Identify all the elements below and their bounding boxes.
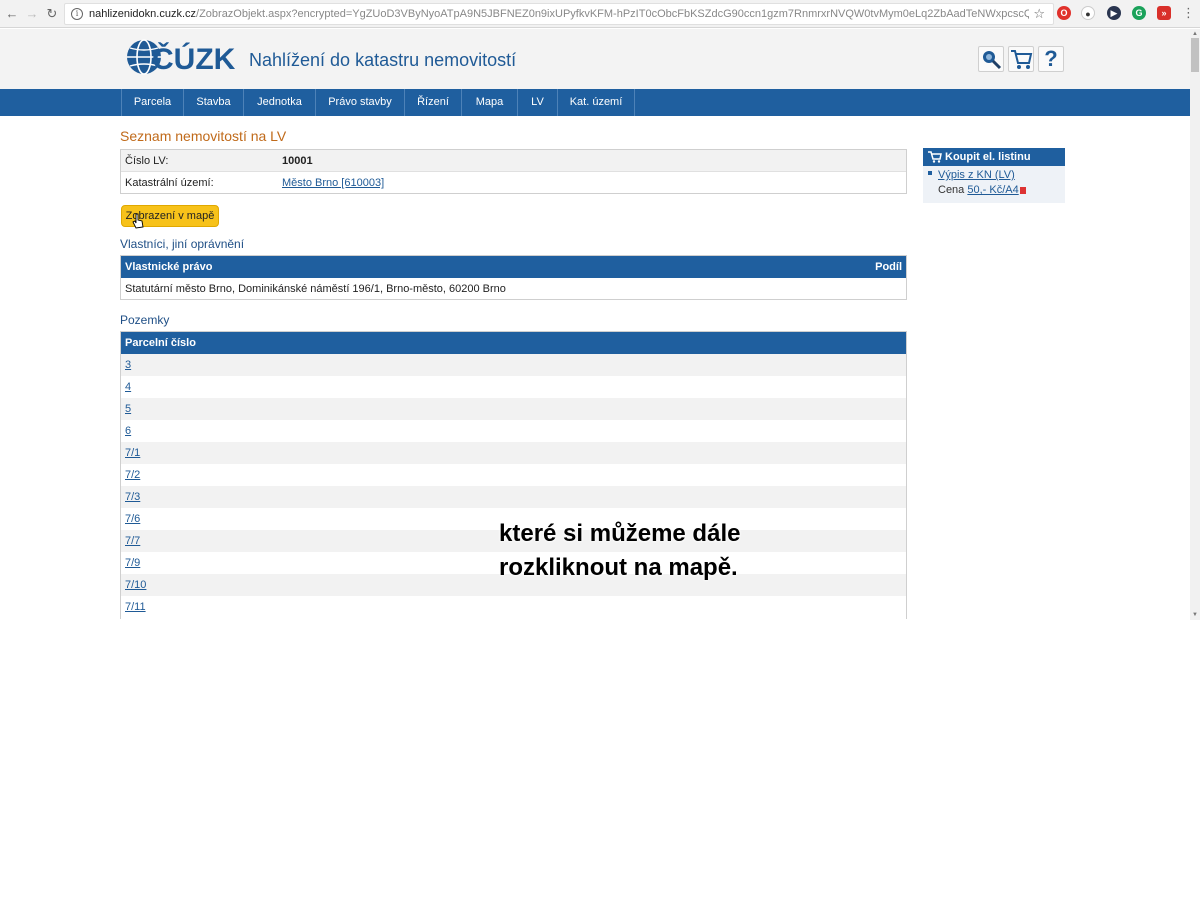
ownership-column-header: Vlastnické právo [125,261,213,273]
parcel-link[interactable]: 7/6 [125,513,140,525]
back-icon[interactable]: ← [4,6,20,22]
table-row: 4 [121,376,906,398]
cart-button[interactable] [1008,46,1034,72]
lv-number-label: Číslo LV: [125,155,169,167]
menu-dots-icon[interactable]: ⋮ [1182,5,1195,21]
reload-icon[interactable]: ↻ [44,6,60,22]
parcel-link[interactable]: 5 [125,403,131,415]
scroll-down-arrow[interactable]: ▼ [1191,611,1199,619]
nav-pravo-stavby[interactable]: Právo stavby [315,89,404,116]
share-column-header: Podíl [875,261,902,273]
parcel-link[interactable]: 7/9 [125,557,140,569]
owners-section-title: Vlastníci, jiní oprávnění [120,237,245,251]
owners-table: Vlastnické právo Podíl Statutární město … [120,255,907,300]
price-line: Cena 50,- Kč/A4 [938,184,1026,196]
bookmark-star-icon[interactable]: ☆ [1033,4,1045,24]
parcel-link[interactable]: 7/3 [125,491,140,503]
owners-table-header: Vlastnické právo Podíl [121,256,906,278]
table-row: 7/2 [121,464,906,486]
lv-info-table: Číslo LV: 10001 Katastrální území: Město… [120,149,907,194]
table-row: 3 [121,354,906,376]
help-button[interactable]: ? [1038,46,1064,72]
nav-parcela[interactable]: Parcela [121,89,183,116]
nav-jednotka[interactable]: Jednotka [243,89,315,116]
pdf-icon [1019,187,1026,194]
scrollbar-thumb[interactable] [1191,38,1199,72]
parcel-link[interactable]: 7/1 [125,447,140,459]
forward-icon[interactable]: → [24,6,40,22]
play-extension-icon[interactable]: ▶ [1107,6,1121,20]
caption-line-1: které si můžeme dále [499,520,741,547]
nav-stavba[interactable]: Stavba [183,89,243,116]
buy-document-title: Koupit el. listinu [945,151,1031,163]
price-label: Cena [938,184,965,196]
site-header: ČÚZK Nahlížení do katastru nemovitostí ? [0,29,1190,89]
table-row: 7/3 [121,486,906,508]
video-caption: které si můžeme dále rozkliknout na mapě… [499,517,819,585]
caption-line-2: rozkliknout na mapě. [499,554,738,581]
page-title: Seznam nemovitostí na LV [120,128,287,144]
hand-cursor-icon [132,213,144,229]
svg-text:ČÚZK: ČÚZK [152,42,236,76]
parcel-link[interactable]: 7/2 [125,469,140,481]
parcel-link[interactable]: 7/7 [125,535,140,547]
cart-icon [928,151,942,163]
price-link[interactable]: 50,- Kč/A4 [967,184,1018,196]
cuzk-logo[interactable]: ČÚZK [126,37,241,77]
search-icon [983,51,1002,70]
lv-number-value: 10001 [282,155,313,167]
buy-document-header: Koupit el. listinu [923,148,1065,166]
nav-kat-uzemi[interactable]: Kat. území [557,89,635,116]
parcel-link[interactable]: 3 [125,359,131,371]
nav-mapa[interactable]: Mapa [461,89,517,116]
scrollbar-track[interactable] [1190,29,1200,620]
lv-number-row: Číslo LV: 10001 [121,150,906,172]
info-icon[interactable]: i [71,8,83,20]
table-row: 7/11 [121,596,906,618]
parcels-section-title: Pozemky [120,313,170,327]
url-text: nahlizenidokn.cuzk.cz/ZobrazObjekt.aspx?… [89,8,1029,20]
bullet-icon [928,171,932,175]
owner-row: Statutární město Brno, Dominikánské námě… [125,283,506,295]
parcel-link[interactable]: 7/11 [125,601,146,613]
table-row: 6 [121,420,906,442]
main-nav: Parcela Stavba Jednotka Právo stavby Říz… [0,89,1190,116]
download-extension-icon[interactable]: » [1157,6,1171,20]
scroll-up-arrow[interactable]: ▲ [1191,30,1199,38]
grammarly-extension-icon[interactable]: G [1132,6,1146,20]
lv-extract-link[interactable]: Výpis z KN (LV) [938,169,1015,181]
nav-lv[interactable]: LV [517,89,557,116]
address-bar[interactable]: i nahlizenidokn.cuzk.cz/ZobrazObjekt.asp… [64,3,1054,25]
parcel-link[interactable]: 4 [125,381,131,393]
cadastral-area-row: Katastrální území: Město Brno [610003] [121,172,906,194]
buy-document-box: Koupit el. listinu Výpis z KN (LV) Cena … [923,148,1065,203]
browser-toolbar: ← → ↻ i nahlizenidokn.cuzk.cz/ZobrazObje… [0,0,1200,28]
cadastral-area-link[interactable]: Město Brno [610003] [282,177,384,189]
extension-icon[interactable]: ● [1081,6,1095,20]
table-row: 7/1 [121,442,906,464]
cadastral-area-label: Katastrální území: [125,177,214,189]
site-title: Nahlížení do katastru nemovitostí [249,50,517,70]
table-row: 5 [121,398,906,420]
cart-icon [1011,50,1033,69]
search-button[interactable] [978,46,1004,72]
parcel-number-column-header: Parcelní číslo [121,332,906,354]
parcel-link[interactable]: 7/10 [125,579,146,591]
parcel-link[interactable]: 6 [125,425,131,437]
nav-rizeni[interactable]: Řízení [404,89,461,116]
opera-extension-icon[interactable]: O [1057,6,1071,20]
